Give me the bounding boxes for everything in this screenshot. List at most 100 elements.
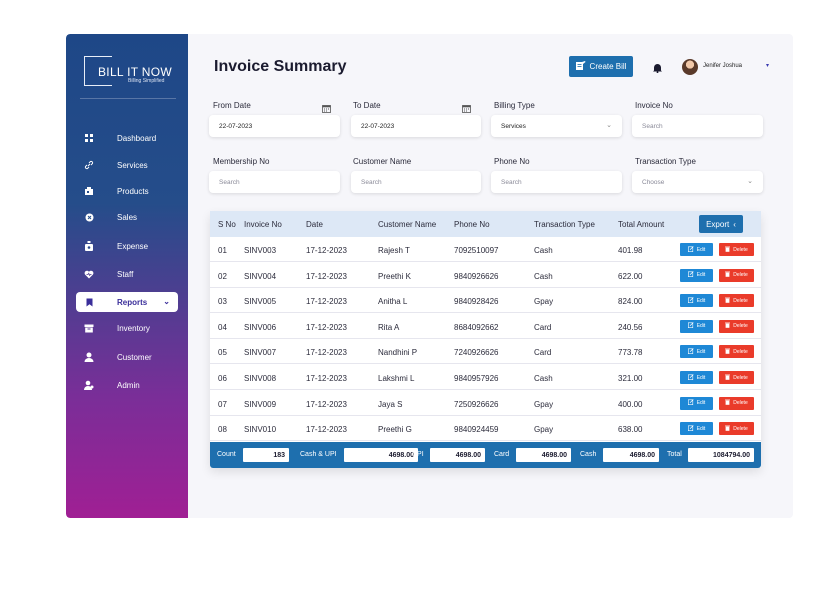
count-label: Count <box>217 451 236 458</box>
row-invoice-no: SINV003 <box>244 246 277 255</box>
row-sno: 02 <box>218 271 227 281</box>
delete-button[interactable]: Delete <box>719 371 754 384</box>
col-invoice-no: Invoice No <box>244 220 282 229</box>
transaction-type-label: Transaction Type <box>635 157 696 166</box>
sidebar-item-label: Admin <box>117 380 140 390</box>
link-icon <box>82 160 96 170</box>
customer-name-input[interactable]: Search <box>351 171 481 193</box>
sidebar-item-staff[interactable]: Staff <box>76 264 178 284</box>
billing-type-select[interactable]: Services ⌄ <box>491 115 622 137</box>
billing-type-label: Billing Type <box>494 101 535 110</box>
sidebar-item-label: Services <box>117 160 148 170</box>
edit-button[interactable]: Edit <box>680 319 713 333</box>
sidebar-item-label: Dashboard <box>117 133 157 143</box>
row-phone-no: 7250926626 <box>454 399 499 409</box>
bill-icon <box>575 61 586 72</box>
delete-button[interactable]: Delete <box>719 294 754 308</box>
edit-button[interactable]: Edit <box>680 371 713 384</box>
user-menu-caret-icon[interactable]: ▾ <box>766 62 769 69</box>
row-customer-name: Lakshmi L <box>378 374 415 383</box>
row-transaction-type: Card <box>534 322 552 332</box>
sidebar-item-inventory[interactable]: Inventory <box>76 318 178 338</box>
transaction-type-select[interactable]: Choose ⌄ <box>632 171 763 193</box>
edit-button[interactable]: Edit <box>680 268 713 282</box>
edit-icon <box>687 245 694 254</box>
row-invoice-no: SINV009 <box>244 399 277 409</box>
row-total-amount: 824.00 <box>618 297 643 307</box>
row-date: 17-12-2023 <box>306 246 347 255</box>
phone-no-input[interactable]: Search <box>491 171 622 193</box>
trash-icon <box>725 246 731 254</box>
delete-label: Delete <box>733 425 748 432</box>
brand-title: BILL IT NOW <box>98 65 172 79</box>
edit-button[interactable]: Edit <box>680 396 713 410</box>
chevron-left-icon: ‹ <box>733 219 736 229</box>
invoice-no-input[interactable]: Search <box>632 115 763 137</box>
page-title: Invoice Summary <box>214 58 347 75</box>
total-value: 1084794.00 <box>688 448 754 462</box>
sidebar-item-admin[interactable]: Admin <box>76 375 178 395</box>
trash-icon <box>725 271 731 279</box>
table-row: 08 SINV010 17-12-2023 Preethi G 9840924459 Gp… <box>210 416 761 442</box>
bell-icon[interactable] <box>653 60 662 78</box>
bookmark-icon <box>82 298 96 307</box>
upi-label: UPI <box>412 451 424 458</box>
sidebar-item-label: Inventory <box>117 323 150 333</box>
row-phone-no: 9840926626 <box>454 271 499 281</box>
row-customer-name: Nandhini P <box>378 348 418 358</box>
edit-button[interactable]: Edit <box>680 243 713 256</box>
row-sno: 03 <box>218 297 227 307</box>
edit-button[interactable]: Edit <box>680 294 713 308</box>
delete-button[interactable]: Delete <box>719 268 754 282</box>
trash-icon <box>725 374 731 382</box>
edit-button[interactable]: Edit <box>680 345 713 359</box>
sidebar-item-sales[interactable]: Sales <box>76 207 178 227</box>
sidebar-item-label: Expense <box>117 241 149 251</box>
inventory-icon <box>82 324 96 333</box>
heart-icon <box>82 270 96 279</box>
delete-label: Delete <box>733 374 748 381</box>
delete-button[interactable]: Delete <box>719 319 754 333</box>
edit-icon <box>687 373 694 382</box>
create-bill-button[interactable]: Create Bill <box>569 56 633 77</box>
money-bag-icon <box>82 240 96 252</box>
membership-no-input[interactable]: Search <box>209 171 340 193</box>
col-transaction-type: Transaction Type <box>534 220 595 229</box>
delete-button[interactable]: Delete <box>719 345 754 359</box>
table-row: 06 SINV008 17-12-2023 Lakshmi L 9840957926 Ca… <box>210 365 761 390</box>
row-customer-name: Rajesh T <box>378 246 410 255</box>
sidebar-item-dashboard[interactable]: Dashboard <box>76 128 178 148</box>
to-date-field[interactable]: 22-07-2023 <box>351 115 481 137</box>
invoice-no-label: Invoice No <box>635 101 673 110</box>
sidebar-item-reports[interactable]: Reports ⌄ <box>76 292 178 312</box>
delete-button[interactable]: Delete <box>719 243 754 256</box>
export-label: Export <box>706 219 730 229</box>
cash-label: Cash <box>580 451 597 458</box>
sidebar-item-customer[interactable]: Customer <box>76 347 178 367</box>
sidebar-item-products[interactable]: Products <box>76 181 178 201</box>
avatar[interactable] <box>682 59 698 75</box>
edit-label: Edit <box>696 374 706 381</box>
table-row: 04 SINV006 17-12-2023 Rita A 8684092662 Card 2… <box>210 314 761 339</box>
row-total-amount: 638.00 <box>618 425 643 435</box>
from-date-field[interactable]: 22-07-2023 <box>209 115 340 137</box>
export-button[interactable]: Export ‹ <box>699 215 743 233</box>
create-bill-label: Create Bill <box>589 62 627 71</box>
trash-icon <box>725 348 731 356</box>
sales-icon <box>82 213 96 222</box>
card-value: 4698.00 <box>516 448 571 462</box>
delete-button[interactable]: Delete <box>719 396 754 410</box>
row-transaction-type: Gpay <box>534 425 554 435</box>
row-invoice-no: SINV007 <box>244 348 277 358</box>
chevron-down-icon: ⌄ <box>747 178 753 185</box>
brand-logo[interactable]: BILL IT NOW Billing Simplified <box>84 56 172 86</box>
sidebar: BILL IT NOW Billing Simplified Dashboard… <box>66 34 188 518</box>
delete-button[interactable]: Delete <box>719 422 754 436</box>
trash-icon <box>725 297 731 305</box>
edit-icon <box>687 424 694 433</box>
sidebar-item-expense[interactable]: Expense <box>76 236 178 256</box>
edit-button[interactable]: Edit <box>680 422 713 436</box>
upi-value: 4698.00 <box>430 448 485 462</box>
row-phone-no: 7240926626 <box>454 348 499 358</box>
sidebar-item-services[interactable]: Services <box>76 155 178 175</box>
